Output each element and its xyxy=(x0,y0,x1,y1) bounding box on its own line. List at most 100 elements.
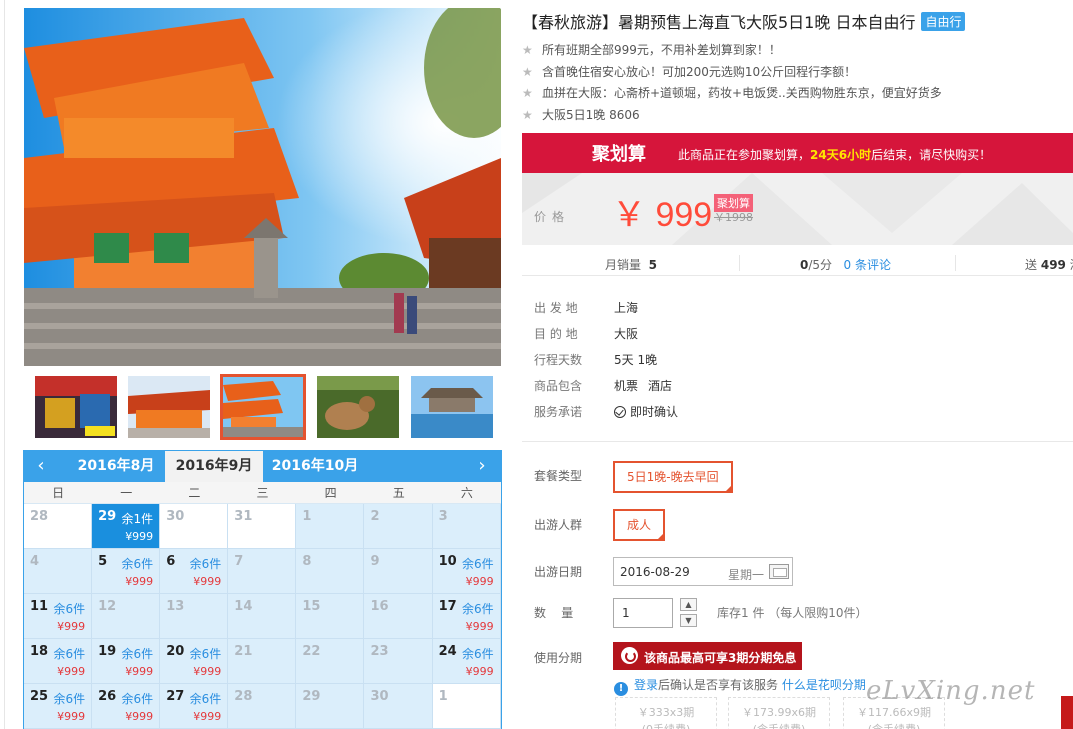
calendar-day: 3 xyxy=(432,504,501,549)
quantity-input[interactable] xyxy=(613,598,673,628)
calendar-day-number: 20 xyxy=(166,644,185,659)
calendar-day-price: ¥999 xyxy=(193,710,222,723)
travel-date-field[interactable]: 2016-08-29 星期一 xyxy=(613,557,793,586)
plan-fee: (0手续费) xyxy=(616,721,716,729)
star-icon: ★ xyxy=(522,43,533,57)
page-left-border xyxy=(4,0,5,729)
calendar-day: 14 xyxy=(228,594,297,639)
calendar-day[interactable]: 6 余6件 ¥999 xyxy=(160,549,229,594)
calendar-day[interactable]: 25 余6件 ¥999 xyxy=(24,684,93,729)
calendar-day-number: 15 xyxy=(302,599,321,614)
calendar-day-stock: 余1件 xyxy=(121,512,154,526)
plan-amount: ￥173.99x6期 xyxy=(742,706,816,719)
calendar-current-month[interactable]: 2016年9月 xyxy=(165,451,263,482)
calendar-day[interactable]: 27 余6件 ¥999 xyxy=(160,684,229,729)
thumbnail-3-selected[interactable] xyxy=(220,374,306,440)
login-link[interactable]: 登录 xyxy=(634,678,658,692)
calendar-day[interactable]: 11 余6件 ¥999 xyxy=(24,594,93,639)
calendar-day-number: 29 xyxy=(302,689,321,704)
calendar-day[interactable]: 17 余6件 ¥999 xyxy=(432,594,501,639)
monthly-sales: 月销量 5 xyxy=(605,256,657,273)
calendar-day[interactable]: 24 余6件 ¥999 xyxy=(432,639,501,684)
calendar-day-number: 7 xyxy=(234,554,244,569)
calendar-day-stock: 余6件 xyxy=(189,557,222,571)
quantity-decrease-icon[interactable]: ▼ xyxy=(680,614,697,627)
detail-value: 即时确认 xyxy=(630,405,679,419)
calendar-day-number: 2 xyxy=(370,509,380,524)
calendar-day[interactable]: 18 余6件 ¥999 xyxy=(24,639,93,684)
calendar-day-price: ¥999 xyxy=(57,710,86,723)
calendar-day-number: 9 xyxy=(370,554,380,569)
quantity-increase-icon[interactable]: ▲ xyxy=(680,598,697,611)
calendar-day: 12 xyxy=(92,594,161,639)
calendar-day: 30 xyxy=(160,504,229,549)
calendar-day-price: ¥999 xyxy=(125,665,154,678)
thumbnail-1[interactable] xyxy=(35,376,117,438)
calendar-day-number: 25 xyxy=(30,689,49,704)
calendar-day-stock: 余6件 xyxy=(121,557,154,571)
plan-fee: (含手续费) xyxy=(729,721,829,729)
calendar-prev-month[interactable]: 2016年8月 xyxy=(72,451,160,482)
calendar-day[interactable]: 20 余6件 ¥999 xyxy=(160,639,229,684)
price-box: 价格 ￥ 999 聚划算 ￥1998 xyxy=(522,173,1073,245)
detail-key: 目 的 地 xyxy=(534,327,578,341)
calendar-header: ‹ 2016年8月 2016年9月 2016年10月 › xyxy=(24,451,501,482)
weekday-sat: 六 xyxy=(460,486,473,500)
feature-item: ★ 所有班期全部999元，不用补差划算到家！！ xyxy=(522,40,1062,62)
travel-date-weekday: 星期一 xyxy=(728,568,765,582)
calendar-day[interactable]: 26 余6件 ¥999 xyxy=(92,684,161,729)
calendar-day-number: 29 xyxy=(98,509,117,524)
traveler-option-button[interactable]: 成人 xyxy=(613,509,666,542)
calendar-day-price: ¥999 xyxy=(465,620,494,633)
calendar-day-number: 16 xyxy=(370,599,389,614)
installment-plan-6[interactable]: ￥173.99x6期 (含手续费) xyxy=(728,697,830,729)
juhuasuan-logo: 聚划算 xyxy=(592,144,646,165)
calendar-day-price: ¥999 xyxy=(125,710,154,723)
detail-duration: 行程天数 5天 1晚 xyxy=(534,351,678,377)
traveler-group-label: 出游人群 xyxy=(534,518,583,532)
section-divider xyxy=(522,441,1073,442)
calendar-day-price: ¥999 xyxy=(193,575,222,588)
calendar-day-number: 19 xyxy=(98,644,117,659)
calendar-next-arrow-icon[interactable]: › xyxy=(471,455,493,477)
calendar-day[interactable]: 10 余6件 ¥999 xyxy=(432,549,501,594)
current-price: ￥ 999 xyxy=(612,196,713,234)
monthly-sales-value: 5 xyxy=(648,258,658,272)
calendar-day-stock: 余6件 xyxy=(189,647,222,661)
detail-value: 酒店 xyxy=(648,379,673,393)
star-icon: ★ xyxy=(522,86,533,100)
calendar-day-number: 31 xyxy=(234,509,253,524)
calendar-day: 22 xyxy=(296,639,365,684)
detail-value: 机票 xyxy=(614,379,639,393)
calendar-day: 9 xyxy=(364,549,433,594)
detail-key: 商品包含 xyxy=(534,379,583,393)
calendar-icon[interactable] xyxy=(769,564,789,579)
detail-departure: 出 发 地 上海 xyxy=(534,299,678,325)
huabei-info-link[interactable]: 什么是花呗分期 xyxy=(782,678,866,692)
calendar-day: 8 xyxy=(296,549,365,594)
installment-plan-3[interactable]: ￥333x3期 (0手续费) xyxy=(615,697,717,729)
calendar-day-stock: 余6件 xyxy=(462,602,494,616)
corner-accent xyxy=(1061,696,1073,729)
thumbnail-4[interactable] xyxy=(317,376,399,438)
calendar-day-selected[interactable]: 29 余1件 ¥999 xyxy=(92,504,161,549)
calendar-day-number: 23 xyxy=(370,644,389,659)
calendar-day: 1 xyxy=(432,684,501,729)
thumbnail-5[interactable] xyxy=(411,376,493,438)
calendar-day: 31 xyxy=(228,504,297,549)
promo-message-end: 后结束，请尽快购买！ xyxy=(871,148,992,162)
star-icon: ★ xyxy=(522,107,533,122)
calendar-prev-arrow-icon[interactable]: ‹ xyxy=(30,455,52,477)
calendar-day-stock: 余6件 xyxy=(53,692,86,706)
thumbnail-2[interactable] xyxy=(128,376,210,438)
calendar-next-month[interactable]: 2016年10月 xyxy=(268,451,362,482)
calendar-day[interactable]: 5 余6件 ¥999 xyxy=(92,549,161,594)
package-option-button[interactable]: 5日1晚-晚去早回 xyxy=(613,461,733,494)
calendar-day[interactable]: 19 余6件 ¥999 xyxy=(92,639,161,684)
calendar-day-stock: 余6件 xyxy=(189,692,222,706)
calendar-day: 13 xyxy=(160,594,229,639)
travel-date-label: 出游日期 xyxy=(534,565,583,579)
reviews-link[interactable]: 0 条评论 xyxy=(844,258,891,272)
calendar-day: 29 xyxy=(296,684,365,729)
installment-button[interactable]: 该商品最高可享3期分期免息 xyxy=(613,642,802,670)
